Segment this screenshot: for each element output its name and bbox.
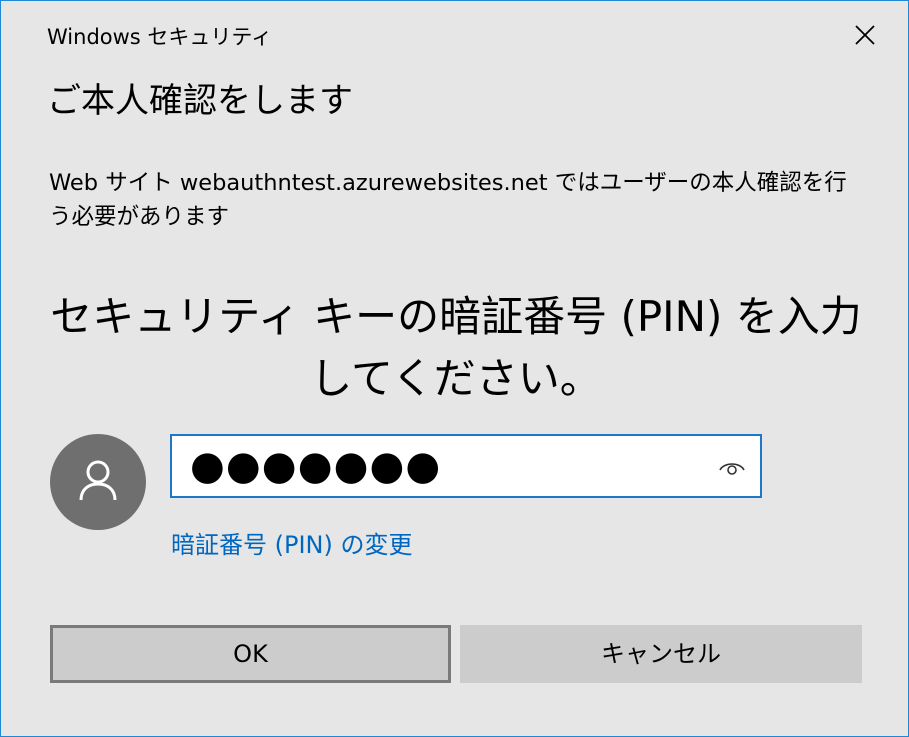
pin-input[interactable]: ●●●●●●● (170, 434, 762, 498)
dialog-heading: ご本人確認をします (47, 81, 353, 121)
avatar (50, 434, 146, 530)
reveal-pin-button[interactable] (718, 454, 746, 478)
security-dialog: Windows セキュリティ ご本人確認をします Web サイト webauth… (0, 0, 909, 737)
pin-prompt: セキュリティ キーの暗証番号 (PIN) を入力してください。 (50, 292, 862, 403)
user-icon (79, 460, 117, 501)
eye-icon (719, 463, 745, 475)
window-title: Windows セキュリティ (47, 25, 273, 49)
close-icon (855, 25, 875, 45)
change-pin-link[interactable]: 暗証番号 (PIN) の変更 (171, 525, 413, 560)
pin-masked-value: ●●●●●●● (190, 443, 442, 489)
cancel-button[interactable]: キャンセル (460, 625, 862, 683)
dialog-description: Web サイト webauthntest.azurewebsites.net で… (49, 170, 847, 230)
close-button[interactable] (843, 13, 887, 57)
ok-button[interactable]: OK (50, 625, 451, 683)
